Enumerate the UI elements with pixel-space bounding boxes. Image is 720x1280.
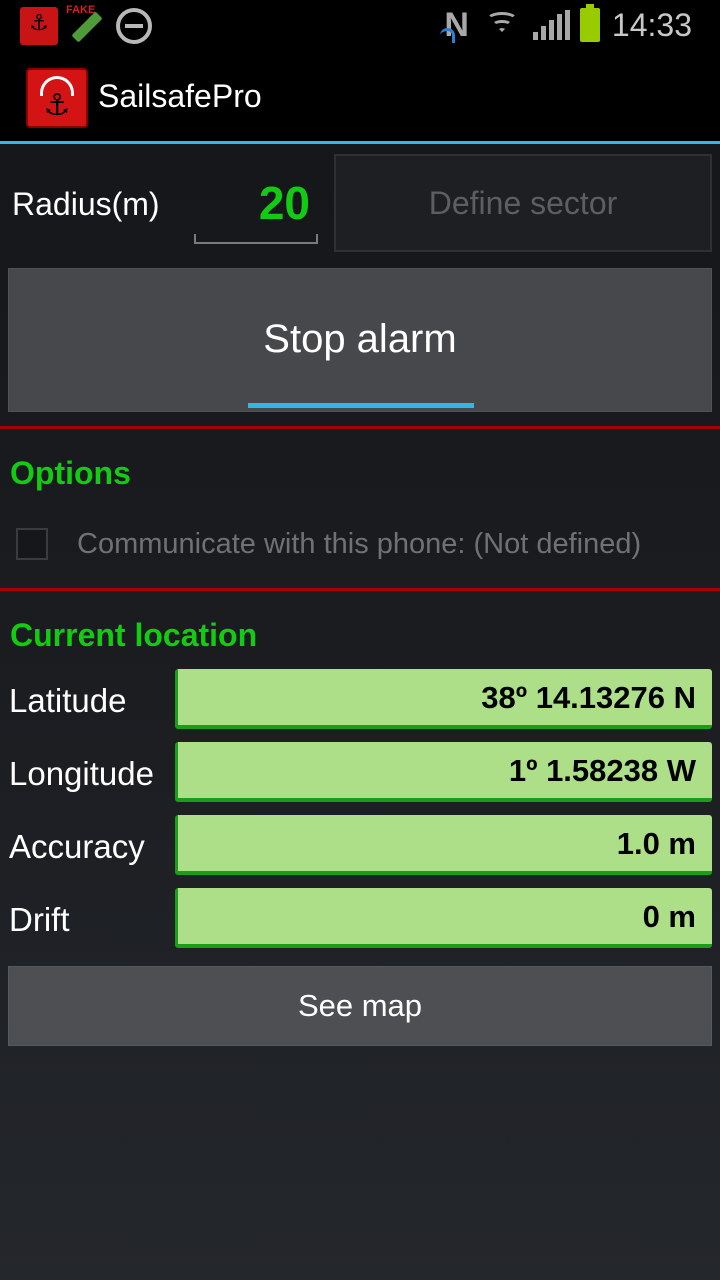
accuracy-value: 1.0 m xyxy=(175,815,712,875)
radius-input[interactable]: 20 xyxy=(194,170,318,244)
status-bar-system: N 14:33 xyxy=(440,4,692,46)
section-divider xyxy=(0,588,720,591)
drift-label: Drift xyxy=(9,901,70,938)
anchor-icon[interactable]: ⚓ xyxy=(26,68,88,128)
stop-alarm-label: Stop alarm xyxy=(263,317,457,361)
latitude-value: 38º 14.13276 N xyxy=(175,669,712,729)
define-sector-button[interactable]: Define sector xyxy=(334,154,712,252)
longitude-label: Longitude xyxy=(9,755,154,792)
see-map-button[interactable]: See map xyxy=(8,966,712,1046)
app-title: SailsafePro xyxy=(98,78,262,114)
stop-alarm-button[interactable]: Stop alarm xyxy=(8,268,712,412)
accuracy-label: Accuracy xyxy=(9,828,145,865)
fake-gps-icon: FAKE xyxy=(66,4,106,46)
status-bar-notifications: FAKE xyxy=(20,4,152,46)
do-not-disturb-icon xyxy=(116,8,152,44)
wifi-icon xyxy=(485,8,519,42)
status-bar: FAKE N 14:33 xyxy=(0,0,720,50)
action-bar: ⚓ SailsafePro xyxy=(0,50,720,144)
current-location-title: Current location xyxy=(10,617,258,653)
section-divider xyxy=(0,426,720,429)
nfc-icon: N xyxy=(440,5,469,44)
status-clock: 14:33 xyxy=(611,6,692,43)
sailsafe-notification-icon xyxy=(20,7,58,45)
latitude-label: Latitude xyxy=(9,682,127,719)
drift-value: 0 m xyxy=(175,888,712,948)
longitude-value: 1º 1.58238 W xyxy=(175,742,712,802)
battery-icon xyxy=(579,4,600,42)
options-title: Options xyxy=(10,455,131,491)
communicate-label[interactable]: Communicate with this phone: (Not define… xyxy=(77,528,641,561)
radius-label: Radius(m) xyxy=(12,186,160,222)
communicate-checkbox[interactable] xyxy=(16,528,48,560)
radius-value: 20 xyxy=(258,177,310,229)
stop-alarm-indicator xyxy=(248,403,474,408)
signal-icon xyxy=(532,10,570,40)
